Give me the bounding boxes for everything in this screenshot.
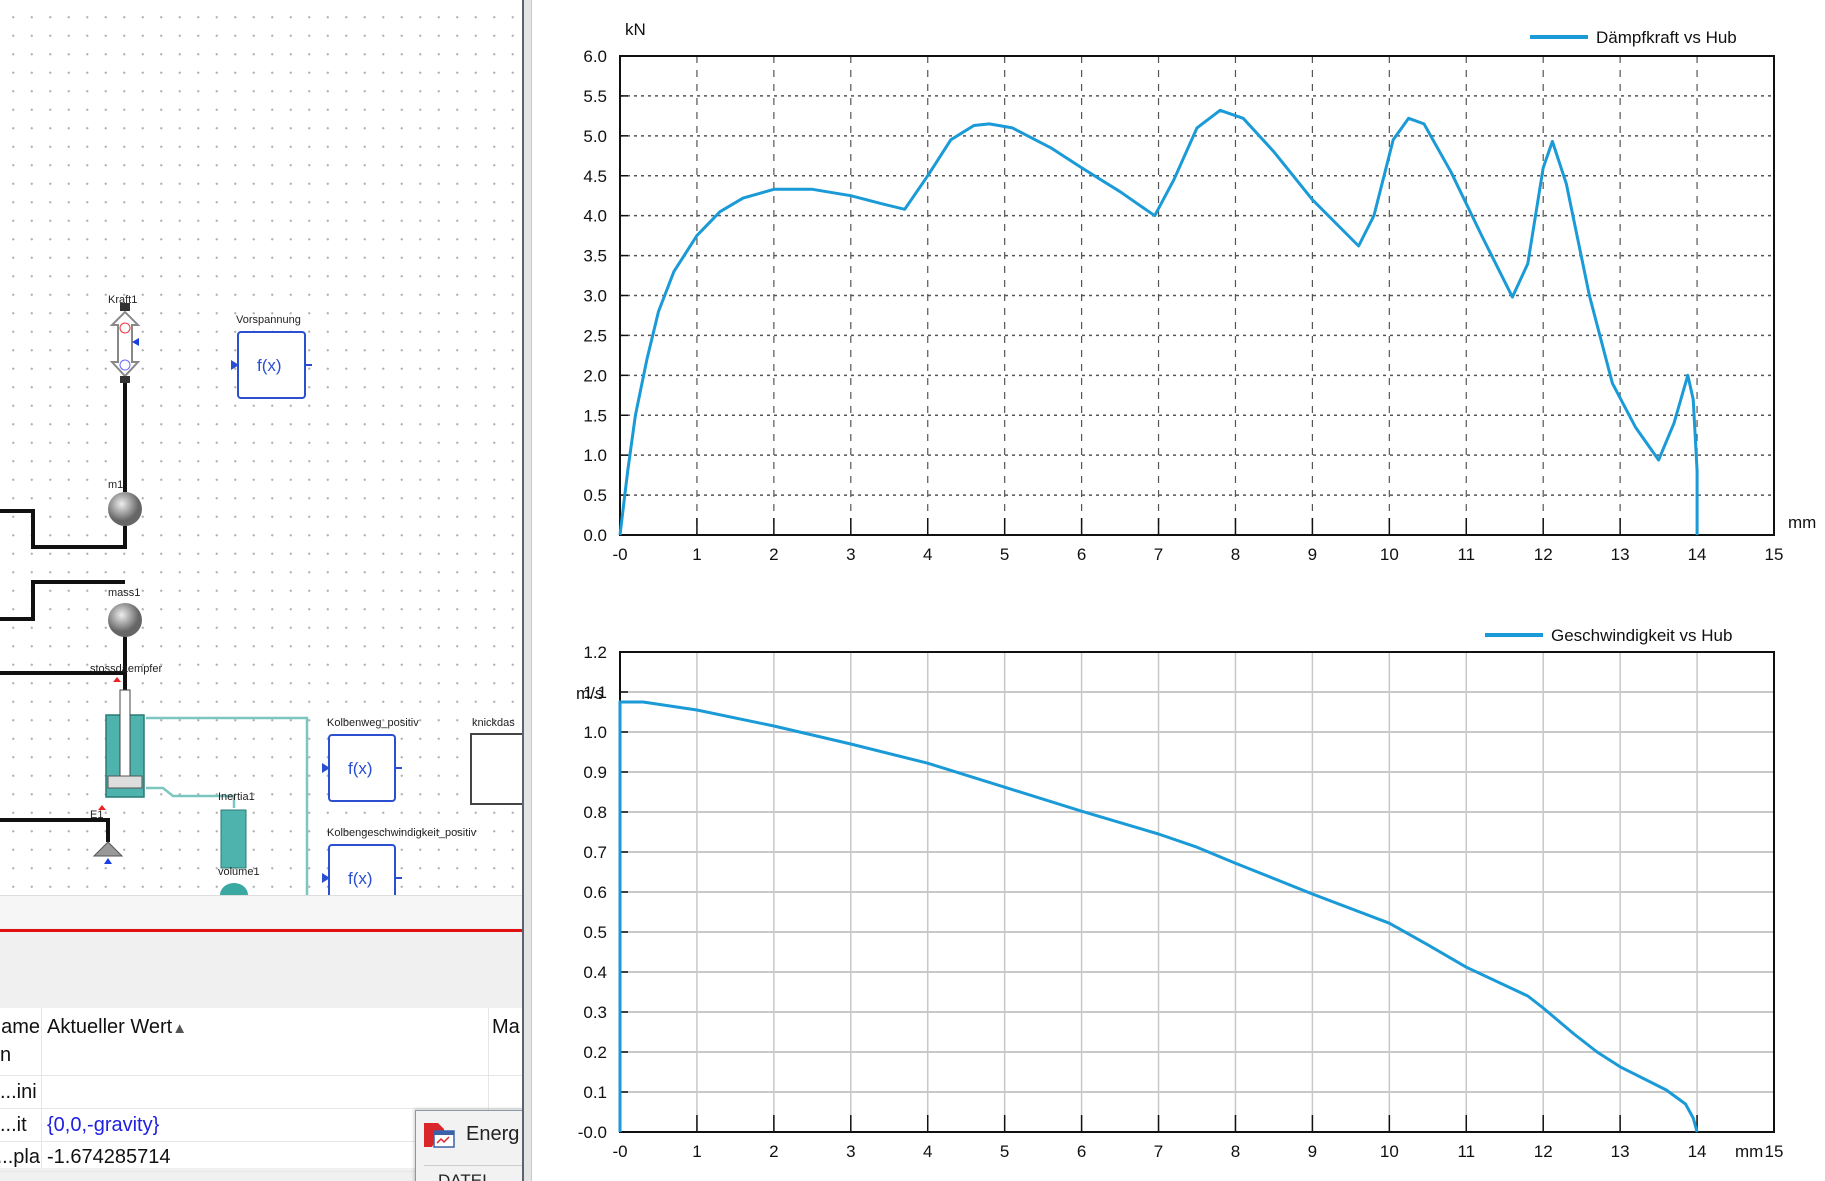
x-tick-label: 1 (692, 1142, 701, 1161)
x-tick-label: 5 (1000, 545, 1009, 564)
plot-area: -0 1 2 3 4 5 6 7 8 9 10 11 12 13 14 150.00.51.01.52.02.… (576, 20, 1816, 1161)
x-tick-label: 15 (1765, 545, 1784, 564)
x-axis-label: mm (1735, 1142, 1763, 1161)
y-tick-label: 0.7 (583, 843, 607, 862)
y-tick-label: 3.5 (583, 247, 607, 266)
y-tick-label: 0.6 (583, 883, 607, 902)
x-tick-label: 12 (1534, 545, 1553, 564)
x-tick-label: 15 (1765, 1142, 1784, 1161)
y-tick-label: 1.5 (583, 406, 607, 425)
x-tick-label: 7 (1154, 1142, 1163, 1161)
y-tick-label: 0.9 (583, 763, 607, 782)
x-tick-label: 2 (769, 545, 778, 564)
y-tick-label: 0.5 (583, 923, 607, 942)
x-tick-label: 9 (1308, 1142, 1317, 1161)
y-tick-label: 5.5 (583, 87, 607, 106)
y-tick-label: -0.0 (578, 1123, 607, 1142)
x-tick-label: 3 (846, 545, 855, 564)
x-tick-label: 12 (1534, 1142, 1553, 1161)
y-axis-label: kN (625, 20, 646, 39)
x-tick-label: -0 (612, 545, 627, 564)
x-tick-label: 6 (1077, 545, 1086, 564)
y-tick-label: 3.0 (583, 287, 607, 306)
x-tick-label: 6 (1077, 1142, 1086, 1161)
x-tick-label: 4 (923, 1142, 932, 1161)
chart-2: -0 1 2 3 4 5 6 7 8 9 10 11 12 13 14 15-0.00.10.20.30.40… (576, 626, 1783, 1161)
x-tick-label: 1 (692, 545, 701, 564)
y-tick-label: 1.0 (583, 723, 607, 742)
x-tick-label: 10 (1380, 1142, 1399, 1161)
x-tick-label: 13 (1611, 545, 1630, 564)
y-tick-label: 0.4 (583, 963, 607, 982)
y-tick-label: 0.8 (583, 803, 607, 822)
y-axis-label: m/s (576, 684, 603, 703)
x-tick-label: 8 (1231, 1142, 1240, 1161)
y-tick-label: 0.0 (583, 526, 607, 545)
y-tick-label: 5.0 (583, 127, 607, 146)
x-tick-label: 4 (923, 545, 932, 564)
y-tick-label: 0.2 (583, 1043, 607, 1062)
y-tick-label: 1.2 (583, 643, 607, 662)
legend-label: Dämpfkraft vs Hub (1596, 28, 1737, 47)
x-tick-label: 3 (846, 1142, 855, 1161)
y-tick-label: 2.5 (583, 326, 607, 345)
x-tick-label: 9 (1308, 545, 1317, 564)
y-tick-label: 4.5 (583, 167, 607, 186)
x-tick-label: 14 (1688, 1142, 1707, 1161)
y-tick-label: 4.0 (583, 207, 607, 226)
x-tick-label: 11 (1457, 1142, 1475, 1161)
x-tick-label: -0 (612, 1142, 627, 1161)
y-tick-label: 0.3 (583, 1003, 607, 1022)
x-tick-label: 7 (1154, 545, 1163, 564)
x-tick-label: 13 (1611, 1142, 1630, 1161)
x-axis-label: mm (1788, 513, 1816, 532)
y-tick-label: 1.0 (583, 446, 607, 465)
x-tick-label: 8 (1231, 545, 1240, 564)
x-tick-label: 10 (1380, 545, 1399, 564)
x-tick-label: 5 (1000, 1142, 1009, 1161)
legend-label: Geschwindigkeit vs Hub (1551, 626, 1732, 645)
x-tick-label: 2 (769, 1142, 778, 1161)
chart-1: -0 1 2 3 4 5 6 7 8 9 10 11 12 13 14 150.00.51.01.52.02.… (583, 20, 1816, 564)
y-tick-label: 0.5 (583, 486, 607, 505)
y-tick-label: 2.0 (583, 366, 607, 385)
x-tick-label: 14 (1688, 545, 1707, 564)
y-tick-label: 6.0 (583, 47, 607, 66)
x-tick-label: 11 (1457, 545, 1475, 564)
y-tick-label: 0.1 (583, 1083, 607, 1102)
